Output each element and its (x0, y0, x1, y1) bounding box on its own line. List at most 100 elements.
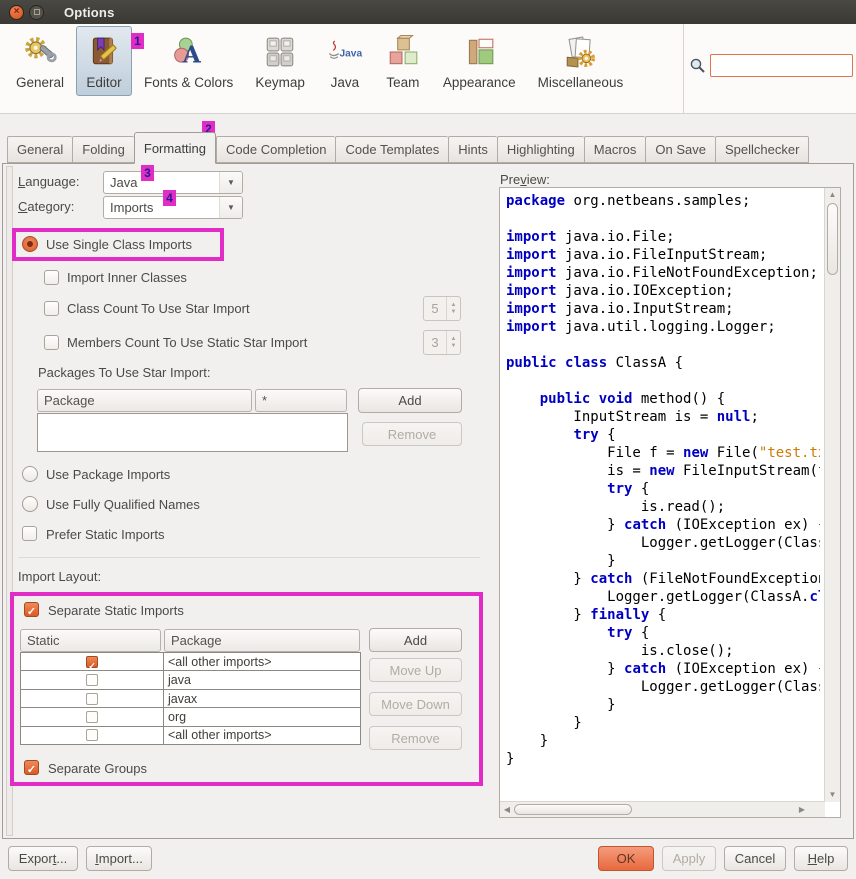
code-line: import java.util.logging.Logger; (506, 318, 820, 336)
table-row[interactable]: <all other imports> (21, 727, 360, 744)
radio-label[interactable]: Use Fully Qualified Names (46, 497, 200, 512)
class-count-spinner[interactable]: 5 ▲▼ (423, 296, 461, 321)
import-button[interactable]: Import... (86, 846, 152, 871)
help-button[interactable]: Help (794, 846, 848, 871)
tab-spellchecker[interactable]: Spellchecker (715, 136, 809, 163)
maximize-button[interactable] (29, 5, 44, 20)
tab-macros[interactable]: Macros (584, 136, 646, 163)
code-text[interactable]: package org.netbeans.samples; import jav… (506, 192, 820, 787)
scroll-up-icon[interactable]: ▲ (825, 188, 840, 202)
layout-table-header-static[interactable]: Static (20, 629, 161, 652)
scroll-down-icon[interactable]: ▼ (825, 788, 840, 802)
members-count-spinner[interactable]: 3 ▲▼ (423, 330, 461, 355)
checkbox-separate-groups[interactable] (24, 760, 39, 775)
table-row[interactable]: org (21, 708, 360, 726)
star-table-header-star[interactable]: * (255, 389, 347, 412)
tab-formatting[interactable]: Formatting (134, 132, 216, 164)
radio-use-fully-qualified-names[interactable] (22, 496, 38, 512)
radio-label[interactable]: Use Package Imports (46, 467, 170, 482)
category-editor[interactable]: Editor (76, 26, 132, 96)
cancel-button[interactable]: Cancel (724, 846, 786, 871)
table-row[interactable]: <all other imports> (21, 653, 360, 671)
category-select[interactable]: Imports ▼ (103, 196, 243, 219)
checkbox-class-count[interactable] (44, 301, 59, 316)
static-checkbox[interactable] (86, 729, 98, 741)
spinner-up-icon[interactable]: ▲ (451, 302, 457, 309)
search-input[interactable] (710, 54, 853, 77)
star-table-body[interactable] (37, 413, 348, 452)
package-cell[interactable]: org (164, 708, 360, 725)
apply-button[interactable]: Apply (662, 846, 716, 871)
spinner-down-icon[interactable]: ▼ (451, 343, 457, 350)
checkbox-prefer-static-imports[interactable] (22, 526, 37, 541)
preview-code-editor[interactable]: package org.netbeans.samples; import jav… (499, 187, 841, 818)
category-miscellaneous[interactable]: Miscellaneous (528, 26, 634, 96)
static-cell[interactable] (21, 708, 164, 725)
checkbox-members-count[interactable] (44, 335, 59, 350)
checkbox-separate-static-imports[interactable] (24, 602, 39, 617)
export-button[interactable]: Export... (8, 846, 78, 871)
package-cell[interactable]: java (164, 671, 360, 688)
left-scroll-track[interactable] (6, 166, 13, 836)
layout-remove-button[interactable]: Remove (369, 726, 462, 750)
layout-table-header-package[interactable]: Package (164, 629, 360, 652)
tab-code-templates[interactable]: Code Templates (335, 136, 448, 163)
static-cell[interactable] (21, 653, 164, 670)
code-line (506, 210, 820, 228)
package-cell[interactable]: <all other imports> (164, 653, 360, 670)
tab-on-save[interactable]: On Save (645, 136, 715, 163)
package-cell[interactable]: javax (164, 690, 360, 707)
package-cell[interactable]: <all other imports> (164, 727, 360, 744)
tab-general[interactable]: General (7, 136, 72, 163)
language-select[interactable]: Java ▼ (103, 171, 243, 194)
ok-button[interactable]: OK (598, 846, 654, 871)
move-up-button[interactable]: Move Up (369, 658, 462, 682)
move-down-button[interactable]: Move Down (369, 692, 462, 716)
star-remove-button[interactable]: Remove (362, 422, 462, 446)
category-keymap[interactable]: Keymap (245, 26, 315, 96)
checkbox-label[interactable]: Members Count To Use Static Star Import (67, 335, 307, 350)
star-table-header-package[interactable]: Package (37, 389, 252, 412)
import-layout-table[interactable]: <all other imports>javajavaxorg<all othe… (20, 652, 361, 745)
checkbox-label[interactable]: Separate Static Imports (48, 603, 184, 618)
vertical-scrollbar[interactable]: ▲ ▼ (824, 188, 840, 802)
scroll-left-icon[interactable]: ◀ (500, 802, 514, 817)
static-cell[interactable] (21, 690, 164, 707)
static-checkbox[interactable] (86, 693, 98, 705)
radio-use-single-class-imports[interactable] (22, 236, 38, 252)
static-checkbox[interactable] (86, 656, 98, 668)
static-checkbox[interactable] (86, 711, 98, 723)
star-add-button[interactable]: Add (358, 388, 462, 413)
spinner-up-icon[interactable]: ▲ (451, 336, 457, 343)
layout-add-button[interactable]: Add (369, 628, 462, 652)
horizontal-scroll-thumb[interactable] (514, 804, 632, 815)
checkbox-label[interactable]: Separate Groups (48, 761, 147, 776)
checkbox-label[interactable]: Import Inner Classes (67, 270, 187, 285)
close-button[interactable]: × (9, 5, 24, 20)
category-label: Java (331, 75, 360, 90)
checkbox-label[interactable]: Class Count To Use Star Import (67, 301, 250, 316)
vertical-scroll-thumb[interactable] (827, 203, 838, 275)
radio-use-package-imports[interactable] (22, 466, 38, 482)
category-fonts-colors[interactable]: A Fonts & Colors (134, 26, 243, 96)
category-team[interactable]: Team (375, 26, 431, 96)
maximize-icon (34, 9, 40, 15)
table-row[interactable]: javax (21, 690, 360, 708)
radio-label[interactable]: Use Single Class Imports (46, 237, 192, 252)
static-cell[interactable] (21, 727, 164, 744)
tab-hints[interactable]: Hints (448, 136, 497, 163)
spinner-down-icon[interactable]: ▼ (451, 309, 457, 316)
category-general[interactable]: General (6, 26, 74, 96)
table-row[interactable]: java (21, 671, 360, 689)
tab-folding[interactable]: Folding (72, 136, 134, 163)
static-checkbox[interactable] (86, 674, 98, 686)
tab-highlighting[interactable]: Highlighting (497, 136, 584, 163)
category-java[interactable]: Java Java (317, 26, 373, 96)
horizontal-scrollbar[interactable]: ◀ ▶ (500, 801, 825, 817)
tab-code-completion[interactable]: Code Completion (216, 136, 335, 163)
checkbox-import-inner-classes[interactable] (44, 270, 59, 285)
scroll-right-icon[interactable]: ▶ (795, 802, 809, 817)
checkbox-label[interactable]: Prefer Static Imports (46, 527, 164, 542)
static-cell[interactable] (21, 671, 164, 688)
category-appearance[interactable]: Appearance (433, 26, 526, 96)
